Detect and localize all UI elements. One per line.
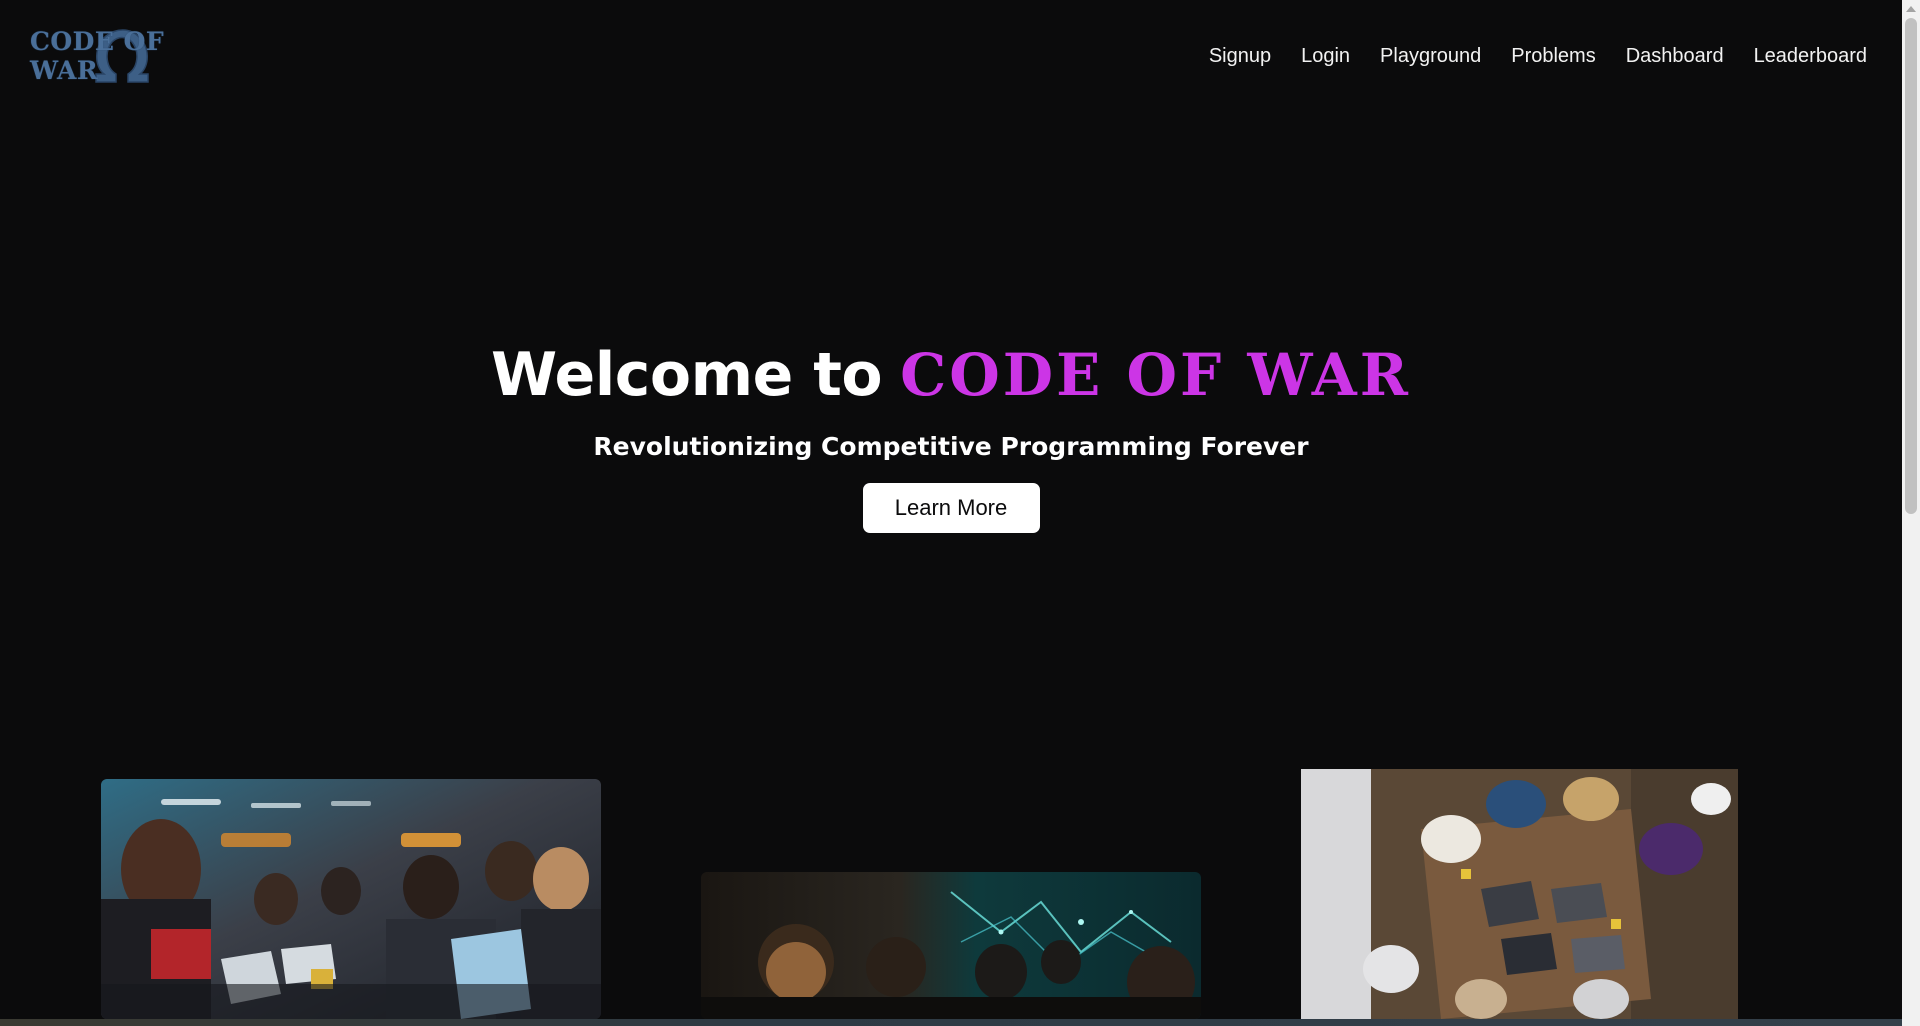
scrollbar-thumb[interactable] (1905, 18, 1917, 514)
hero-title: Welcome to CODE OF WAR (491, 340, 1411, 410)
navbar: CODE OF WAR Signup Login Playground Prob… (0, 0, 1902, 112)
nav-dashboard-link[interactable]: Dashboard (1611, 45, 1739, 68)
nav-login-link[interactable]: Login (1286, 45, 1365, 68)
bottom-strip (0, 1019, 1902, 1026)
vertical-scrollbar[interactable] (1902, 0, 1920, 1026)
nav-playground-link[interactable]: Playground (1365, 45, 1496, 68)
nav-problems-link[interactable]: Problems (1496, 45, 1610, 68)
nav-links: Signup Login Playground Problems Dashboa… (1194, 45, 1882, 68)
page: CODE OF WAR Signup Login Playground Prob… (0, 0, 1920, 1026)
team-overhead-image (1301, 769, 1738, 1019)
learn-more-button[interactable]: Learn More (862, 483, 1040, 533)
hero-section: Welcome to CODE OF WAR Revolutionizing C… (0, 340, 1902, 533)
hero-title-prefix: Welcome to (491, 340, 883, 410)
hero-title-brand: CODE OF WAR (900, 341, 1411, 409)
nav-leaderboard-link[interactable]: Leaderboard (1739, 45, 1882, 68)
coders-office-image (101, 779, 601, 1019)
scroll-up-arrow-icon[interactable] (1906, 6, 1916, 12)
logo-text: CODE OF WAR (30, 27, 165, 85)
hero-subtitle: Revolutionizing Competitive Programming … (593, 432, 1309, 461)
nav-signup-link[interactable]: Signup (1194, 45, 1286, 68)
logo[interactable]: CODE OF WAR (30, 26, 210, 86)
dark-coding-room-image (701, 872, 1201, 1019)
